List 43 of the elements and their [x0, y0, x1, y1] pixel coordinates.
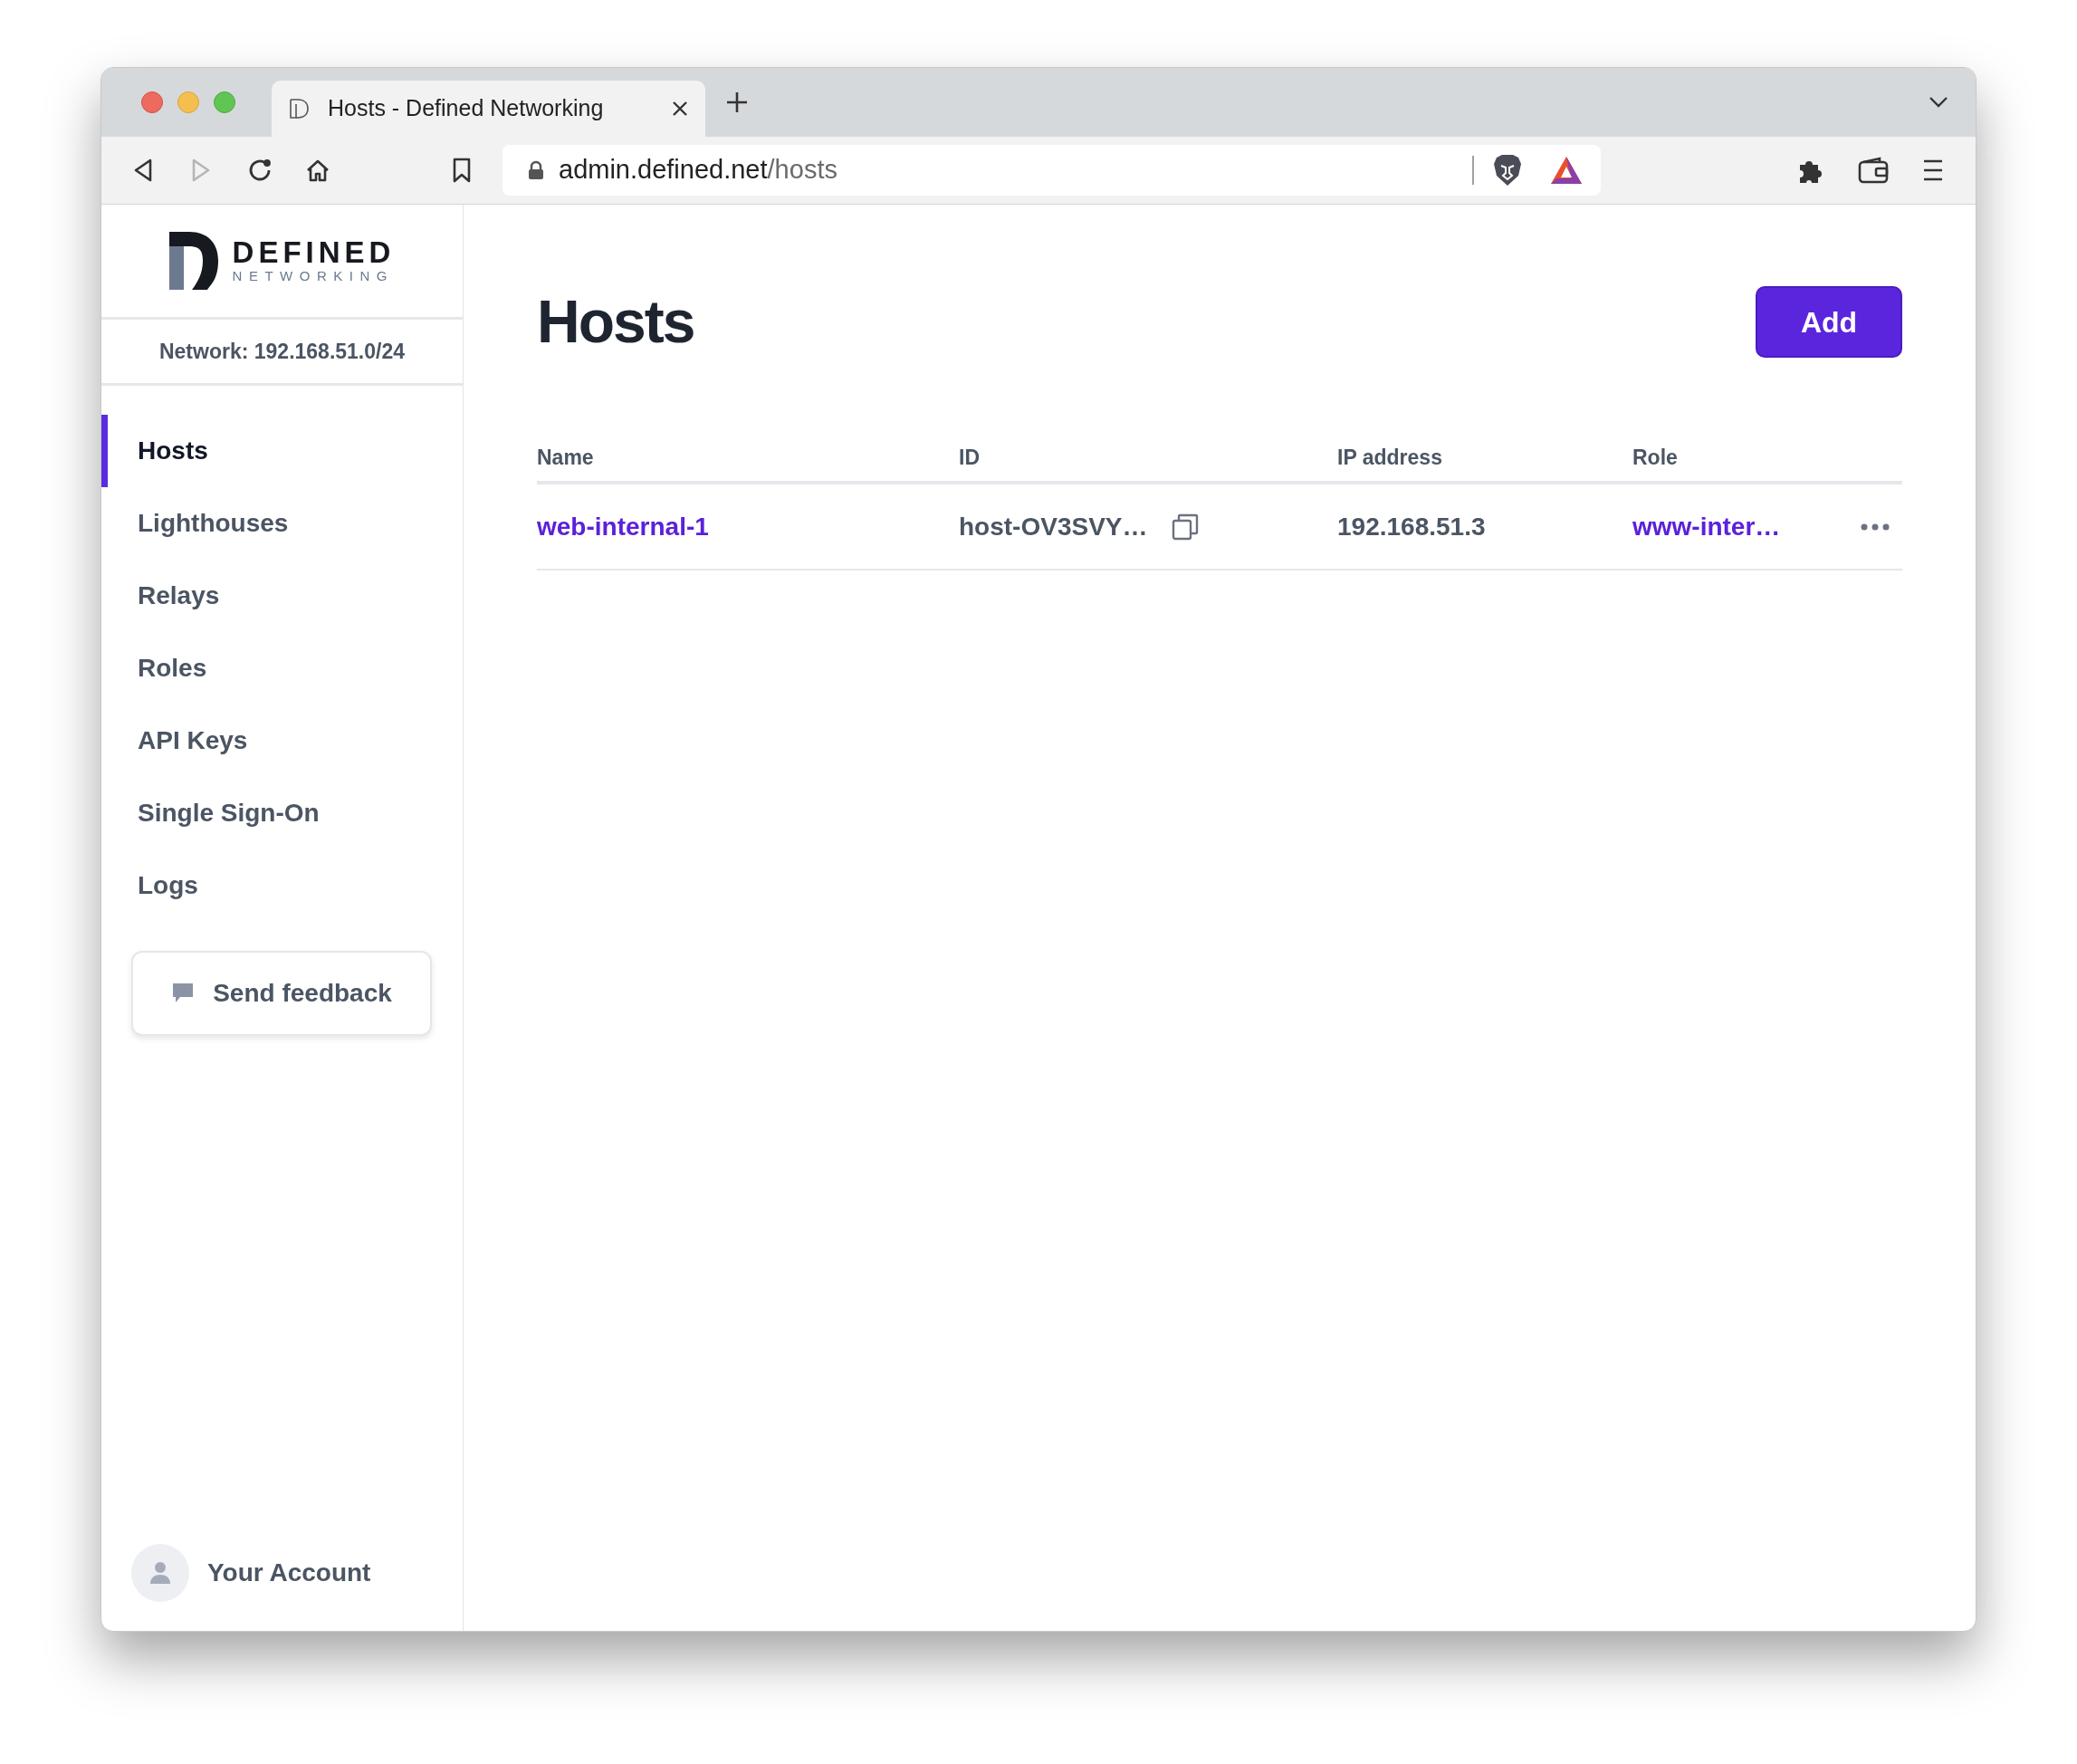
user-icon	[150, 1562, 170, 1584]
browser-tab[interactable]: Hosts - Defined Networking	[272, 81, 705, 137]
lock-icon	[528, 160, 544, 180]
column-header: Role	[1632, 445, 1678, 469]
triangle-logo-icon[interactable]	[1550, 156, 1583, 185]
logo-wordmark: DEFINED	[232, 237, 396, 268]
add-button[interactable]: Add	[1756, 286, 1902, 358]
table-cell-text: host-OV3SVY…	[959, 511, 1148, 542]
tab-title: Hosts - Defined Networking	[328, 94, 605, 123]
more-options-icon[interactable]	[1861, 522, 1890, 531]
nav-item[interactable]: Roles	[101, 632, 463, 705]
url-text: admin.defined.net/hosts	[559, 154, 838, 187]
chat-bubble-icon	[171, 983, 196, 1004]
lion-shield-icon[interactable]	[1492, 153, 1523, 187]
nav-item[interactable]: Single Sign-On	[101, 777, 463, 849]
tab-logo-icon	[288, 97, 311, 120]
logo-tagline: NETWORKING	[232, 268, 395, 284]
nav-item[interactable]: Hosts	[101, 415, 463, 487]
address-bar[interactable]: admin.defined.net/hosts	[502, 145, 1601, 196]
role-link[interactable]: www-inter…	[1632, 507, 1781, 546]
column-header: ID	[959, 445, 980, 469]
logo-mark-icon	[168, 232, 220, 290]
column-header: Name	[537, 445, 594, 469]
chevron-down-icon[interactable]	[1929, 96, 1948, 109]
wallet-icon[interactable]	[1858, 157, 1889, 184]
menu-icon[interactable]	[1921, 158, 1945, 183]
bookmark-icon[interactable]	[451, 157, 473, 184]
nav-item[interactable]: Logs	[101, 849, 463, 922]
account-link[interactable]: Your Account	[207, 1554, 371, 1592]
nav-item[interactable]: Lighthouses	[101, 487, 463, 560]
close-tab-icon[interactable]	[671, 100, 689, 118]
copy-icon[interactable]	[1171, 512, 1201, 542]
network-label: Network: 192.168.51.0/24	[158, 338, 406, 365]
new-tab-icon[interactable]	[725, 91, 749, 114]
table-cell: 192.168.51.3	[1337, 512, 1486, 541]
host-name-link[interactable]: web-internal-1	[537, 512, 709, 541]
column-header: IP address	[1337, 445, 1442, 469]
page-title: Hosts	[537, 287, 694, 357]
close-window-button[interactable]	[141, 91, 163, 113]
send-feedback-button[interactable]: Send feedback	[131, 951, 432, 1036]
nav-item[interactable]: API Keys	[101, 705, 463, 777]
back-icon[interactable]	[132, 158, 154, 183]
nav-item[interactable]: Relays	[101, 560, 463, 632]
